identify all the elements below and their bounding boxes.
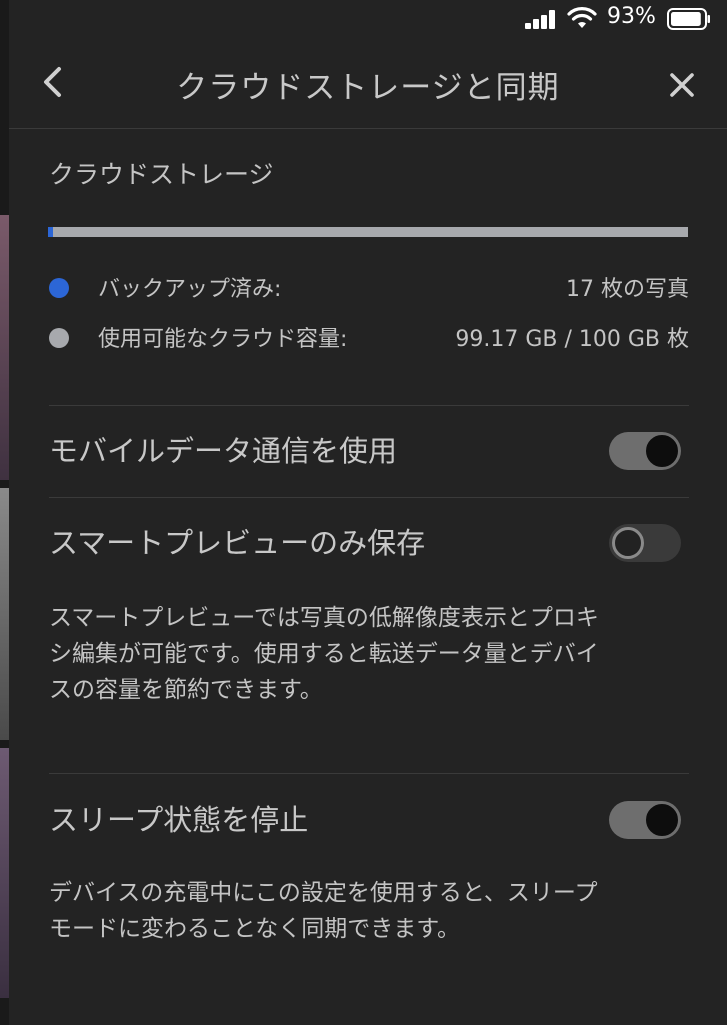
description-line: デバイスの充電中にこの設定を使用すると、スリープ [49,880,598,906]
smart-preview-setting: スマートプレビューのみ保存 [49,512,689,572]
toggle-knob [646,435,678,467]
background-thumbnail [0,488,9,740]
backed-up-stat: バックアップ済み: 17 枚の写真 [49,269,689,305]
smart-preview-description: スマートプレビューでは写真の低解像度表示とプロキ シ編集が可能です。使用すると転… [49,600,689,708]
prevent-sleep-label: スリープ状態を停止 [49,803,309,837]
mobile-data-setting: モバイルデータ通信を使用 [49,420,689,480]
backed-up-value: 17 枚の写真 [566,277,689,302]
description-line: スマートプレビューでは写真の低解像度表示とプロキ [49,605,599,631]
mobile-data-label: モバイルデータ通信を使用 [49,434,398,468]
battery-percentage: 93% [607,4,656,29]
header: クラウドストレージと同期 [9,40,727,129]
prevent-sleep-description: デバイスの充電中にこの設定を使用すると、スリープ モードに変わることなく同期でき… [49,875,689,947]
divider [49,405,689,406]
storage-usage-fill [48,227,54,237]
battery-icon [667,8,710,30]
page-title: クラウドストレージと同期 [176,70,560,106]
divider [49,497,689,498]
wifi-icon [567,7,597,28]
cellular-signal-icon [525,9,561,29]
description-line: スの容量を節約できます。 [49,677,323,703]
available-storage-stat: 使用可能なクラウド容量: 99.17 GB / 100 GB 枚 [49,319,689,355]
toggle-knob [612,527,644,559]
cloud-storage-section-title: クラウドストレージ [49,160,274,189]
storage-usage-bar [48,227,688,237]
prevent-sleep-toggle[interactable] [609,801,681,839]
prevent-sleep-setting: スリープ状態を停止 [49,789,689,849]
background-content-strip [0,0,9,1025]
background-thumbnail [0,215,9,480]
divider [49,773,689,774]
backed-up-label: バックアップ済み: [98,277,282,302]
close-icon[interactable] [665,68,699,102]
smart-preview-label: スマートプレビューのみ保存 [49,526,426,560]
description-line: モードに変わることなく同期できます。 [49,916,461,942]
available-storage-value: 99.17 GB / 100 GB 枚 [455,327,689,352]
backed-up-dot [49,278,69,298]
description-line: シ編集が可能です。使用すると転送データ量とデバイ [49,641,599,667]
available-storage-label: 使用可能なクラウド容量: [98,327,348,352]
available-storage-dot [49,328,69,348]
mobile-data-toggle[interactable] [609,432,681,470]
background-thumbnail [0,748,9,998]
toggle-knob [646,804,678,836]
status-bar: 93% [9,0,727,40]
smart-preview-toggle[interactable] [609,524,681,562]
cloud-storage-sync-panel: 93% クラウドストレージと同期 クラウドストレージ バックアップ済み: 17 … [9,0,727,1025]
